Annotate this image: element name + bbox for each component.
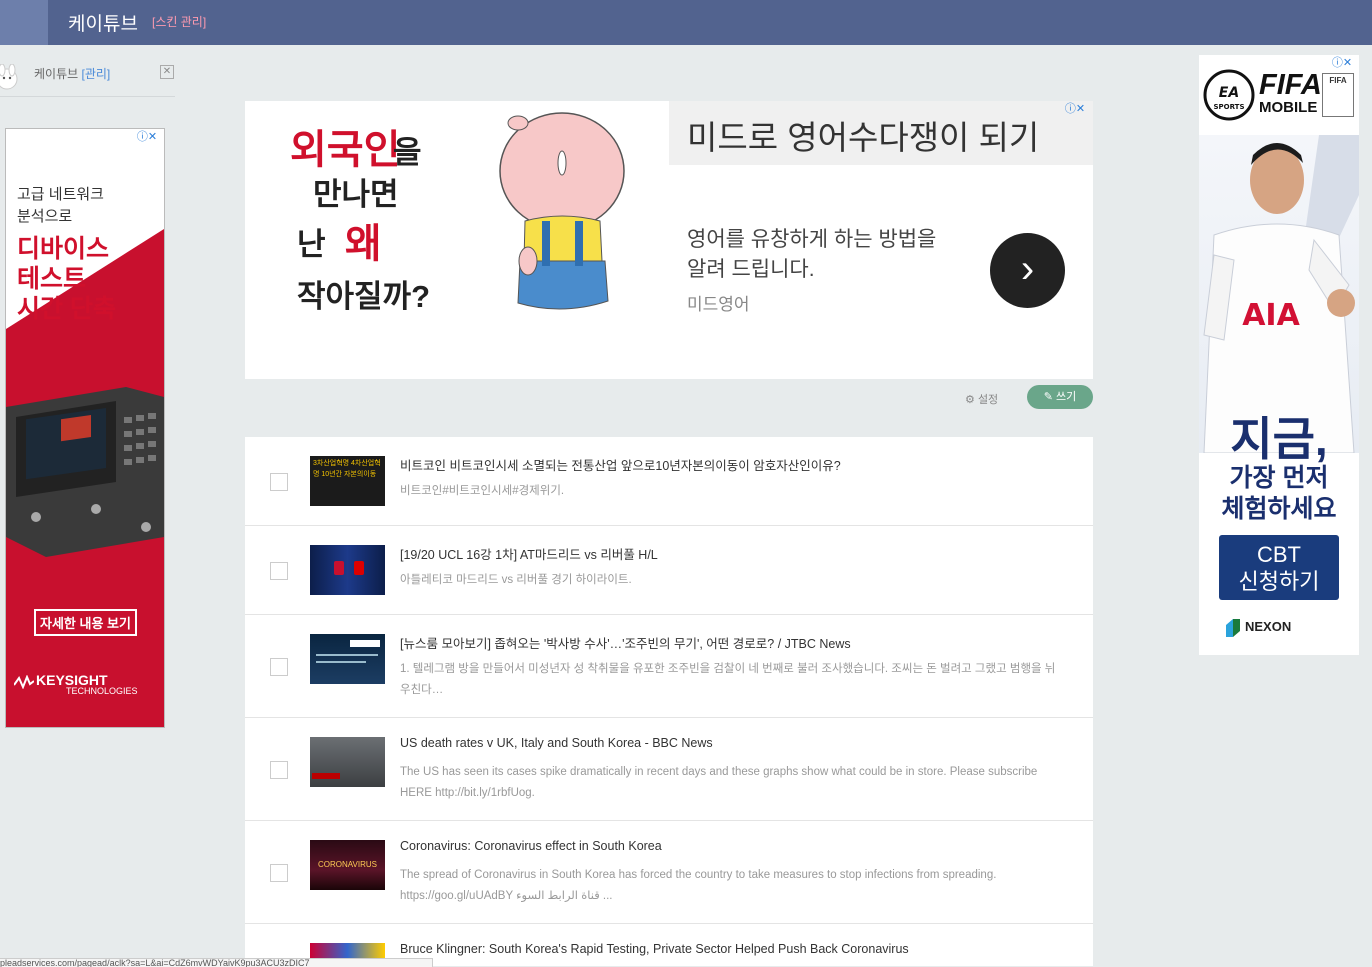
post-summary: 비트코인#비트코인시세#경제위기. bbox=[400, 485, 565, 497]
ad-line2: 분석으로 bbox=[17, 208, 73, 225]
adchoices-icon[interactable]: ⓘ✕ bbox=[132, 129, 162, 145]
post-title[interactable]: US death rates v UK, Italy and South Kor… bbox=[400, 736, 713, 750]
ad-line1: 고급 네트워크 bbox=[17, 186, 104, 203]
post-title[interactable]: [뉴스룸 모아보기] 좁혀오는 '박사방 수사'…'조주빈의 무기', 어떤 경… bbox=[400, 633, 851, 652]
blog-logo[interactable] bbox=[0, 0, 48, 45]
left-ad-keysight[interactable]: ⓘ✕ 고급 네트워크 분석으로 디바이스 테스트 시간 단축 자세한 내용 보기… bbox=[5, 128, 165, 728]
list-item[interactable]: [뉴스룸 모아보기] 좁혀오는 '박사방 수사'…'조주빈의 무기', 어떤 경… bbox=[245, 615, 1093, 718]
ad-big-3: 시간 단축 bbox=[17, 295, 116, 323]
list-item[interactable]: [19/20 UCL 16강 1차] AT마드리드 vs 리버풀 H/L 아틀레… bbox=[245, 526, 1093, 615]
close-icon[interactable]: ✕ bbox=[160, 65, 174, 79]
banner-desc-2: 알려 드립니다. bbox=[687, 258, 815, 281]
post-summary: 1. 텔레그램 방을 만들어서 미성년자 성 착취물을 유포한 조주빈을 검찰이… bbox=[400, 663, 1056, 696]
post-checkbox[interactable] bbox=[270, 761, 288, 779]
banner-k4: 작아질까? bbox=[297, 279, 431, 314]
club-crest-icon bbox=[354, 561, 364, 575]
chevron-right-icon[interactable]: › bbox=[990, 233, 1065, 308]
cbt-label-2: 신청하기 bbox=[1238, 569, 1320, 594]
post-title[interactable]: Coronavirus: Coronavirus effect in South… bbox=[400, 839, 662, 853]
banner-k3b: 왜 bbox=[345, 222, 382, 266]
banner-k1b: 을 bbox=[393, 135, 422, 170]
thumb-text: 3차산업혁명 4차산업혁명 10년간 자본의이동 bbox=[313, 460, 381, 478]
list-item[interactable]: 3차산업혁명 4차산업혁명 10년간 자본의이동 비트코인 비트코인시세 소멸되… bbox=[245, 437, 1093, 526]
post-thumbnail[interactable]: 3차산업혁명 4차산업혁명 10년간 자본의이동 bbox=[310, 456, 385, 506]
skin-manage-link[interactable]: [스킨 관리] bbox=[152, 13, 206, 30]
right-ad-fifa-mobile[interactable]: ⓘ✕ EA SPORTS FIFA MOBILE FIFA AIA 지금, 가장… bbox=[1199, 55, 1359, 655]
network-analyzer-image bbox=[6, 387, 164, 557]
banner-k1: 외국인 bbox=[290, 128, 401, 172]
blog-title[interactable]: 케이튜브 bbox=[68, 9, 138, 36]
thumb-line bbox=[316, 661, 366, 663]
cbt-label-1: CBT bbox=[1257, 542, 1301, 567]
banner-headline[interactable]: 미드로 영어수다쟁이 되기 bbox=[687, 111, 1039, 159]
gear-icon: ⚙ bbox=[965, 394, 975, 406]
settings-button[interactable]: ⚙ 설정 bbox=[965, 391, 998, 407]
banner-k3a: 난 bbox=[297, 227, 326, 262]
banner-source: 미드영어 bbox=[687, 295, 750, 314]
pencil-icon: ✎ bbox=[1043, 391, 1053, 403]
post-list: 3차산업혁명 4차산업혁명 10년간 자본의이동 비트코인 비트코인시세 소멸되… bbox=[245, 437, 1093, 966]
ad-right-line3: 체험하세요 bbox=[1221, 495, 1337, 523]
post-checkbox[interactable] bbox=[270, 658, 288, 676]
club-crest-icon bbox=[334, 561, 344, 575]
post-title[interactable]: [19/20 UCL 16강 1차] AT마드리드 vs 리버풀 H/L bbox=[400, 544, 658, 563]
list-item[interactable]: US death rates v UK, Italy and South Kor… bbox=[245, 718, 1093, 821]
adchoices-icon[interactable]: ⓘ✕ bbox=[1327, 55, 1357, 71]
banner-k2: 만나면 bbox=[313, 177, 399, 212]
keysight-logo-icon bbox=[14, 675, 34, 689]
profile-strip: 케이튜브 [관리] ✕ bbox=[0, 58, 175, 97]
bbc-news-badge bbox=[312, 773, 340, 779]
profile-name-text: 케이튜브 bbox=[34, 67, 79, 81]
pig-character-image bbox=[499, 112, 625, 310]
top-bar: 케이튜브 [스킨 관리] bbox=[0, 0, 1372, 45]
list-actions: ⚙ 설정 ✎ 쓰기 bbox=[245, 385, 1093, 411]
thumb-line bbox=[316, 654, 378, 656]
svg-text:SPORTS: SPORTS bbox=[1213, 103, 1244, 111]
post-summary: The spread of Coronavirus in South Korea… bbox=[400, 869, 997, 902]
admin-link[interactable]: [관리] bbox=[82, 67, 111, 81]
adchoices-icon[interactable]: ⓘ✕ bbox=[1060, 101, 1090, 117]
banner-desc-1: 영어를 유창하게 하는 방법을 bbox=[687, 228, 937, 251]
fifa-license-badge: FIFA bbox=[1322, 73, 1354, 117]
ad-brand-sub: TECHNOLOGIES bbox=[66, 686, 138, 696]
ea-sports-logo: EA SPORTS bbox=[1203, 69, 1255, 121]
post-thumbnail[interactable] bbox=[310, 737, 385, 787]
profile-name: 케이튜브 [관리] bbox=[34, 65, 110, 82]
cbt-signup-button[interactable]: CBT 신청하기 bbox=[1219, 535, 1339, 600]
post-title[interactable]: Bruce Klingner: South Korea's Rapid Test… bbox=[400, 942, 909, 956]
post-thumbnail[interactable] bbox=[310, 545, 385, 595]
post-summary: The US has seen its cases spike dramatic… bbox=[400, 766, 1038, 799]
avatar bbox=[0, 64, 18, 90]
mobile-title: MOBILE bbox=[1259, 99, 1318, 116]
fifa-title: FIFA bbox=[1259, 69, 1322, 101]
nexon-brand: NEXON bbox=[1245, 619, 1292, 634]
write-label: 쓰기 bbox=[1056, 391, 1077, 403]
post-checkbox[interactable] bbox=[270, 864, 288, 882]
nexon-logo-icon bbox=[1226, 619, 1240, 637]
jersey-sponsor: AIA bbox=[1242, 298, 1300, 333]
post-checkbox[interactable] bbox=[270, 473, 288, 491]
ad-more-button[interactable]: 자세한 내용 보기 bbox=[34, 609, 137, 636]
post-title[interactable]: 비트코인 비트코인시세 소멸되는 전통산업 앞으로10년자본의이동이 암호자산인… bbox=[400, 455, 841, 474]
thumb-caption bbox=[350, 640, 380, 647]
post-thumbnail[interactable]: CORONAVIRUS bbox=[310, 840, 385, 890]
post-thumbnail[interactable] bbox=[310, 634, 385, 684]
post-checkbox[interactable] bbox=[270, 562, 288, 580]
post-summary: 아틀레티코 마드리드 vs 리버풀 경기 하이라이트. bbox=[400, 574, 632, 586]
list-item[interactable]: CORONAVIRUS Coronavirus: Coronavirus eff… bbox=[245, 821, 1093, 924]
settings-label: 설정 bbox=[977, 394, 999, 406]
write-button[interactable]: ✎ 쓰기 bbox=[1027, 385, 1093, 409]
english-banner-ad[interactable]: 외국인 을 만나면 난 왜 작아질까? 미드로 영어수다쟁이 되기 ⓘ✕ 영어를… bbox=[245, 101, 1093, 379]
thumb-text: CORONAVIRUS bbox=[318, 860, 377, 869]
svg-text:EA: EA bbox=[1219, 85, 1239, 101]
